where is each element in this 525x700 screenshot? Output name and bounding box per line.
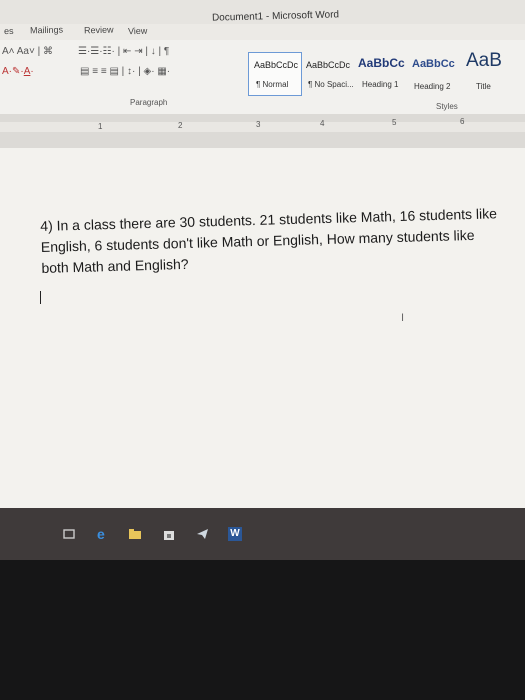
styles-group-label: Styles <box>436 102 458 111</box>
file-explorer-icon[interactable] <box>128 527 142 541</box>
tab-references-partial[interactable]: es <box>4 26 14 36</box>
svg-text:e: e <box>97 527 105 541</box>
mail-icon[interactable] <box>196 527 210 541</box>
ibeam-cursor-icon: I <box>401 312 405 324</box>
edge-icon[interactable]: e <box>96 527 110 541</box>
ribbon-tabs: es Mailings Review View <box>0 22 525 40</box>
ruler-strip <box>0 122 525 132</box>
ruler-number: 2 <box>178 121 183 130</box>
word-icon[interactable]: W <box>228 527 242 541</box>
ruler-number: 6 <box>460 117 465 126</box>
ribbon: A˄ Aa˅ | ⌘ A·✎·A· ☰·☰·☷· | ⇤ ⇥ | ↓ | ¶ ▤… <box>0 40 525 115</box>
style-title-label: Title <box>476 82 491 91</box>
style-nospacing-label: ¶ No Spaci... <box>308 80 354 89</box>
style-normal[interactable] <box>248 52 302 96</box>
font-color-tools[interactable]: A·✎·A· <box>2 66 34 77</box>
text-cursor <box>40 291 41 304</box>
tab-review[interactable]: Review <box>84 25 114 36</box>
style-normal-label: ¶ Normal <box>256 80 289 89</box>
store-icon[interactable] <box>162 527 176 541</box>
font-tools[interactable]: A˄ Aa˅ | ⌘ <box>2 46 53 57</box>
question-text: 4) In a class there are 30 students. 21 … <box>40 205 498 276</box>
ruler-number: 3 <box>256 120 261 129</box>
paragraph-group-label: Paragraph <box>130 98 168 107</box>
monitor-bezel <box>0 560 525 700</box>
style-normal-sample: AaBbCcDc <box>254 60 299 70</box>
style-heading1-label: Heading 1 <box>362 80 399 89</box>
style-heading1-sample[interactable]: AaBbCc <box>358 56 405 70</box>
ruler-number: 1 <box>98 122 103 131</box>
horizontal-ruler[interactable]: 1 2 3 4 5 6 <box>0 114 525 149</box>
ruler-number: 4 <box>320 119 325 128</box>
title-bar: Document1 - Microsoft Word <box>0 0 525 24</box>
task-view-icon[interactable] <box>62 527 76 541</box>
tab-view[interactable]: View <box>128 26 148 37</box>
document-page[interactable] <box>0 148 525 510</box>
style-nospacing-sample[interactable]: AaBbCcDc <box>306 60 350 70</box>
style-heading2-sample[interactable]: AaBbCc <box>412 58 455 70</box>
tab-mailings[interactable]: Mailings <box>30 25 63 36</box>
list-buttons[interactable]: ☰·☰·☷· | ⇤ ⇥ | ↓ | ¶ <box>78 46 169 57</box>
style-title-sample[interactable]: AaB <box>466 50 502 72</box>
font-size-label: Aa <box>16 46 29 57</box>
style-heading2-label: Heading 2 <box>414 82 451 91</box>
ruler-number: 5 <box>392 118 397 127</box>
taskbar <box>0 508 525 560</box>
alignment-buttons[interactable]: ▤ ≡ ≡ ▤ | ↕· | ◈· ▦· <box>80 66 170 77</box>
monitor-screen: Document1 - Microsoft Word es Mailings R… <box>0 0 525 560</box>
